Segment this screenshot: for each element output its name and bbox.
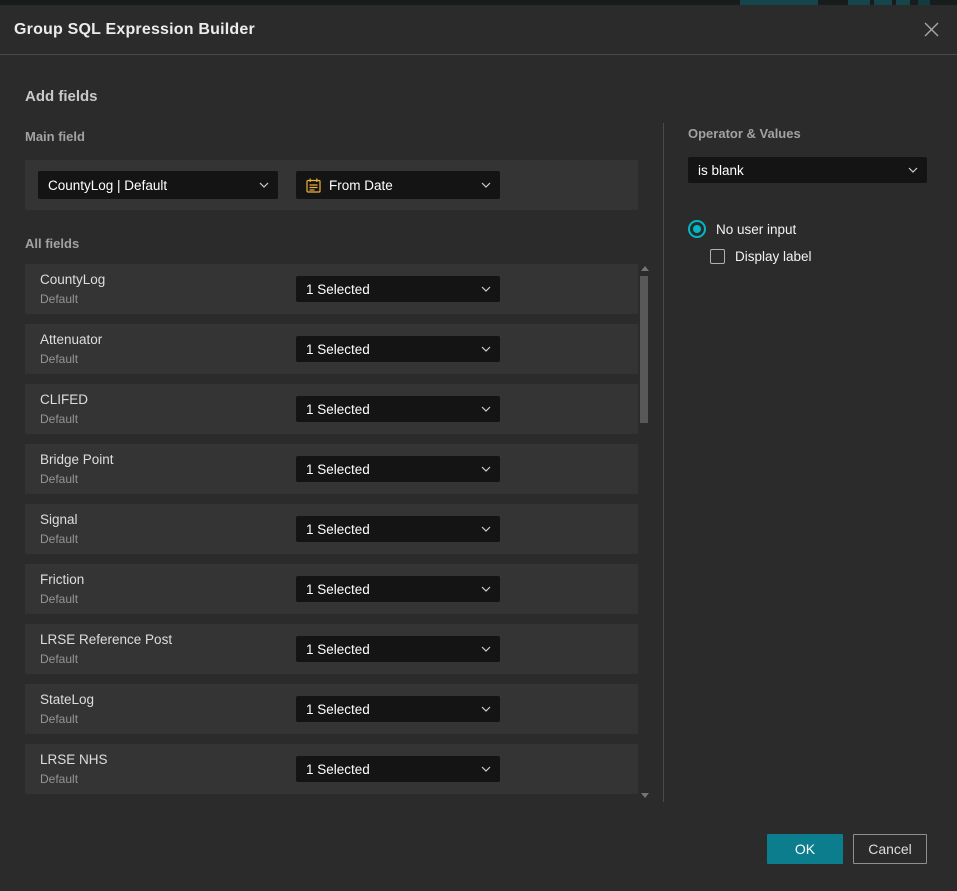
chevron-down-icon	[481, 466, 491, 472]
scroll-up-arrow-icon[interactable]	[641, 266, 649, 271]
chevron-down-icon	[481, 182, 491, 188]
no-user-input-radio[interactable]: No user input	[688, 220, 796, 238]
add-fields-heading: Add fields	[25, 88, 98, 105]
field-selection-value: 1 Selected	[306, 522, 370, 537]
field-row: Attenuator Default 1 Selected	[25, 324, 638, 374]
field-selection-dropdown[interactable]: 1 Selected	[296, 756, 500, 782]
all-fields-list: CountyLog Default 1 Selected Attenuator …	[25, 264, 638, 804]
panel-divider	[663, 123, 664, 802]
field-selection-value: 1 Selected	[306, 582, 370, 597]
dialog-titlebar: Group SQL Expression Builder	[0, 5, 957, 55]
no-user-input-label: No user input	[716, 222, 796, 237]
field-selection-value: 1 Selected	[306, 402, 370, 417]
display-label-checkbox[interactable]: Display label	[710, 249, 812, 264]
chevron-down-icon	[908, 167, 918, 173]
field-selection-dropdown[interactable]: 1 Selected	[296, 696, 500, 722]
main-field-select-value: From Date	[329, 178, 393, 193]
chevron-down-icon	[481, 766, 491, 772]
main-field-select-dropdown[interactable]: From Date	[296, 171, 500, 199]
field-selection-dropdown[interactable]: 1 Selected	[296, 396, 500, 422]
field-selection-dropdown[interactable]: 1 Selected	[296, 636, 500, 662]
field-selection-value: 1 Selected	[306, 642, 370, 657]
chevron-down-icon	[481, 646, 491, 652]
checkbox-unchecked-icon	[710, 249, 725, 264]
layer-select-dropdown[interactable]: CountyLog | Default	[38, 171, 278, 199]
radio-selected-icon	[688, 220, 706, 238]
all-fields-label: All fields	[25, 236, 79, 251]
field-selection-value: 1 Selected	[306, 462, 370, 477]
field-row: Signal Default 1 Selected	[25, 504, 638, 554]
field-selection-value: 1 Selected	[306, 762, 370, 777]
chevron-down-icon	[481, 586, 491, 592]
chevron-down-icon	[481, 406, 491, 412]
scrollbar-thumb[interactable]	[640, 276, 648, 423]
ok-button[interactable]: OK	[767, 834, 843, 864]
operator-dropdown[interactable]: is blank	[688, 157, 927, 183]
chevron-down-icon	[481, 346, 491, 352]
field-selection-value: 1 Selected	[306, 282, 370, 297]
main-field-section: CountyLog | Default From Date	[25, 160, 638, 210]
calendar-icon	[306, 178, 321, 193]
field-selection-value: 1 Selected	[306, 342, 370, 357]
field-row: Bridge Point Default 1 Selected	[25, 444, 638, 494]
field-selection-dropdown[interactable]: 1 Selected	[296, 516, 500, 542]
field-row: StateLog Default 1 Selected	[25, 684, 638, 734]
chevron-down-icon	[259, 182, 269, 188]
field-selection-value: 1 Selected	[306, 702, 370, 717]
group-sql-expression-builder-dialog: Group SQL Expression Builder Add fields …	[0, 5, 957, 891]
cancel-button[interactable]: Cancel	[853, 834, 927, 864]
operator-values-label: Operator & Values	[688, 126, 801, 141]
main-field-label: Main field	[25, 129, 85, 144]
field-row: LRSE Reference Post Default 1 Selected	[25, 624, 638, 674]
chevron-down-icon	[481, 706, 491, 712]
chevron-down-icon	[481, 526, 491, 532]
fields-list-scrollbar[interactable]	[639, 264, 649, 800]
layer-select-value: CountyLog | Default	[48, 178, 167, 193]
close-button[interactable]	[921, 20, 941, 40]
field-row: Friction Default 1 Selected	[25, 564, 638, 614]
field-row: CLIFED Default 1 Selected	[25, 384, 638, 434]
field-selection-dropdown[interactable]: 1 Selected	[296, 576, 500, 602]
chevron-down-icon	[481, 286, 491, 292]
field-selection-dropdown[interactable]: 1 Selected	[296, 276, 500, 302]
close-icon	[924, 22, 939, 37]
display-label-label: Display label	[735, 249, 812, 264]
field-row: LRSE NHS Default 1 Selected	[25, 744, 638, 794]
field-row: CountyLog Default 1 Selected	[25, 264, 638, 314]
scroll-down-arrow-icon[interactable]	[641, 793, 649, 798]
dialog-title: Group SQL Expression Builder	[14, 21, 255, 39]
field-selection-dropdown[interactable]: 1 Selected	[296, 456, 500, 482]
field-selection-dropdown[interactable]: 1 Selected	[296, 336, 500, 362]
operator-value: is blank	[698, 163, 744, 178]
